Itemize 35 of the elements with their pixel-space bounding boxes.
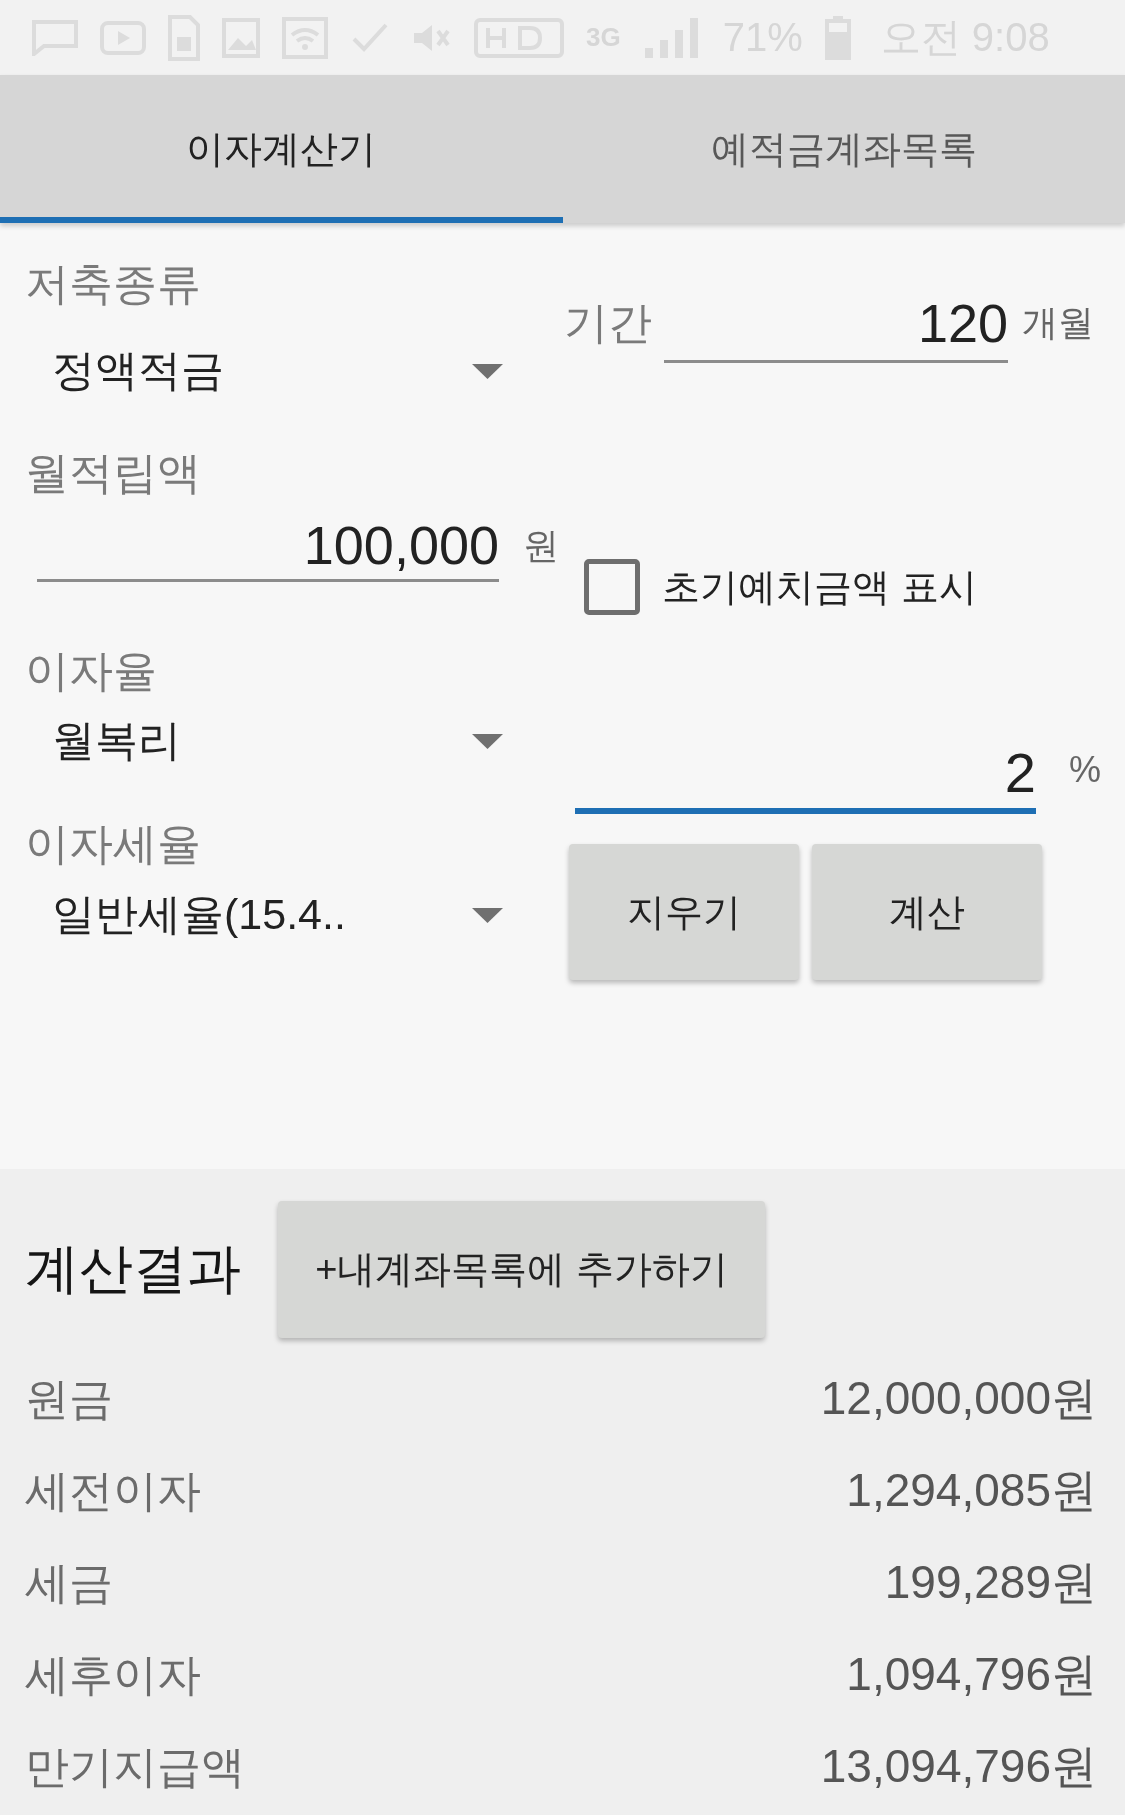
savings-type-dropdown[interactable]: 정액적금: [25, 341, 503, 401]
add-to-list-button[interactable]: +내계좌목록에 추가하기: [278, 1201, 765, 1338]
deposit-input[interactable]: 100,000: [37, 512, 499, 582]
result-value: 199,289원: [884, 1555, 1097, 1610]
calculate-button[interactable]: 계산: [812, 844, 1042, 980]
result-value: 12,000,000원: [820, 1371, 1097, 1426]
field-label: 기간: [564, 297, 653, 349]
dropdown-caret-icon: [472, 363, 503, 379]
tab[interactable]: 예적금계좌목록: [562, 75, 1125, 223]
tax-rate-dropdown[interactable]: 일반세율(15.4..: [25, 885, 503, 945]
section-title: 계산결과: [25, 1237, 242, 1300]
field-label: 이자율: [25, 646, 157, 696]
rate-input[interactable]: 2: [575, 738, 1036, 814]
result-label: 만기지급액: [25, 1740, 245, 1793]
result-label: 원금: [25, 1372, 113, 1425]
dropdown-caret-icon: [472, 733, 503, 749]
field-label: 월적립액: [25, 448, 201, 498]
checkbox[interactable]: [584, 559, 640, 615]
field-label: 저축종류: [25, 259, 201, 309]
unit-label: 원: [523, 524, 559, 568]
clear-button[interactable]: 지우기: [569, 844, 799, 980]
unit-label: 개월: [1022, 301, 1094, 345]
unit-label: %: [1069, 748, 1101, 792]
tab[interactable]: 이자계산기: [0, 75, 563, 223]
interest-type-dropdown[interactable]: 월복리: [25, 711, 503, 771]
dropdown-caret-icon: [472, 907, 503, 923]
checkbox-label[interactable]: 초기예치금액 표시: [662, 561, 977, 613]
result-value: 13,094,796원: [820, 1739, 1097, 1794]
field-label: 이자세율: [25, 819, 201, 869]
result-value: 1,094,796원: [846, 1647, 1097, 1702]
result-label: 세후이자: [25, 1648, 201, 1701]
result-label: 세금: [25, 1556, 113, 1609]
period-input[interactable]: 120: [664, 288, 1008, 363]
result-value: 1,294,085원: [846, 1463, 1097, 1518]
result-label: 세전이자: [25, 1464, 201, 1517]
